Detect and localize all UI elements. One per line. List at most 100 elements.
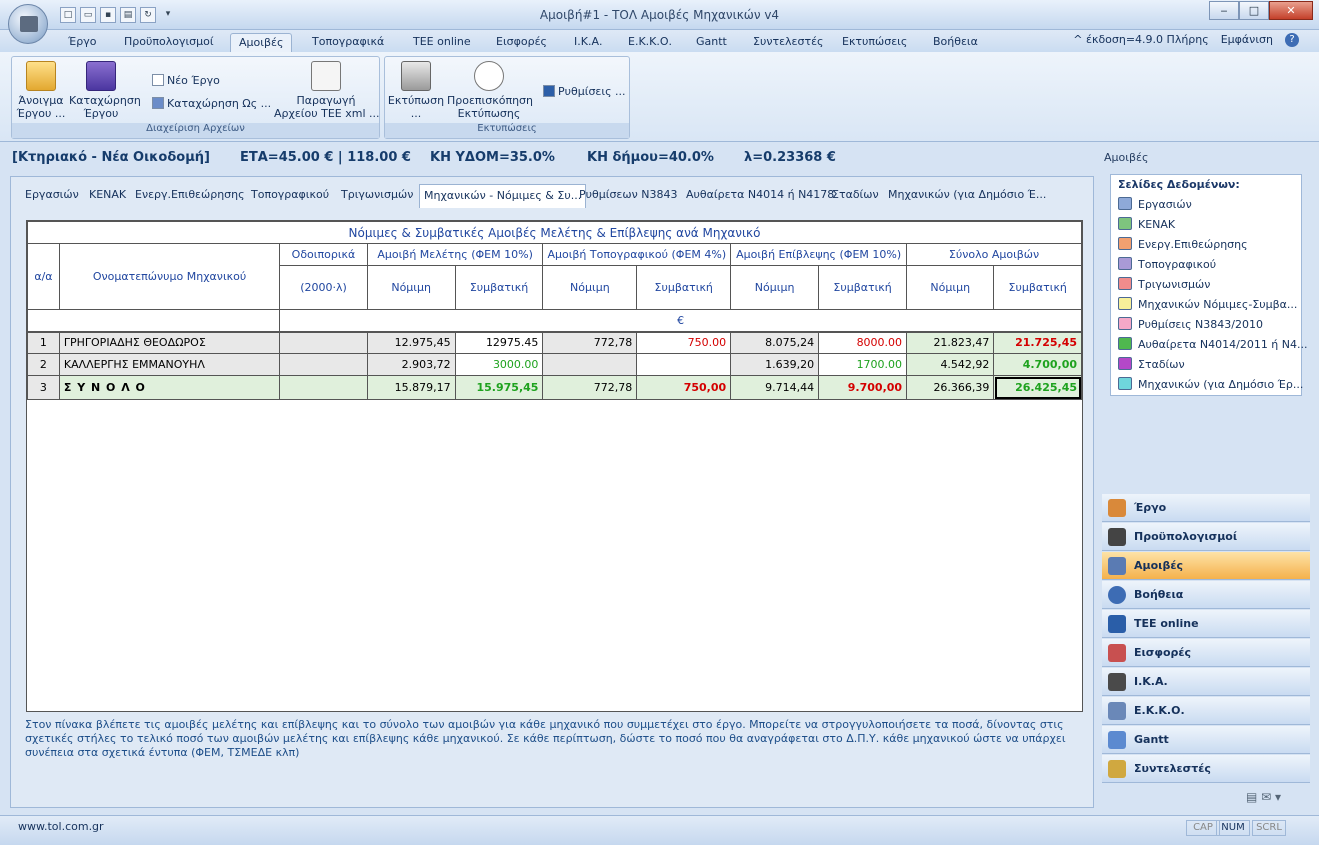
nav-item-budgets[interactable]: Προϋπολογισμοί: [1102, 523, 1310, 551]
table-row: 2 ΚΑΛΛΕΡΓΗΣ ΕΜΜΑΝΟΥΗΛ 2.903,72 3000.00 1…: [27, 353, 1082, 376]
help-icon[interactable]: ?: [1285, 33, 1299, 47]
study-contract-cell[interactable]: 12975.45: [454, 331, 544, 354]
page-color-icon: [1118, 277, 1132, 290]
tab-arbitrary-buildings[interactable]: Αυθαίρετα Ν4014 ή Ν4178: [686, 188, 834, 201]
group-supervision-header: Αμοιβή Επίβλεψης (ΦΕΜ 10%): [730, 243, 908, 266]
new-document-icon: [152, 74, 164, 86]
open-project-button[interactable]: Άνοιγμα Έργου ...: [16, 61, 66, 120]
nav-pane-options-icon[interactable]: ▤ ✉ ▾: [1246, 790, 1281, 804]
settings-icon: [543, 85, 555, 97]
data-page-item[interactable]: ΚΕΝΑΚ: [1118, 217, 1175, 231]
data-page-item[interactable]: Τριγωνισμών: [1118, 277, 1210, 291]
nav-item-coefficients[interactable]: Συντελεστές: [1102, 755, 1310, 783]
study-legal-cell: 12.975,45: [366, 331, 456, 354]
ribbon-tab-contributions[interactable]: Εισφορές: [488, 33, 555, 52]
nav-item-gantt[interactable]: Gantt: [1102, 726, 1310, 754]
topo-legal-header: Νόμιμη: [542, 265, 638, 310]
tot-legal-cell: 4.542,92: [906, 353, 995, 376]
magnifier-icon: [474, 61, 504, 91]
print-button[interactable]: Εκτύπωση ...: [387, 61, 445, 120]
ribbon-tab-topography[interactable]: Τοπογραφικά: [304, 33, 392, 52]
ribbon-tab-gantt[interactable]: Gantt: [688, 33, 735, 52]
data-page-item[interactable]: Αυθαίρετα Ν4014/2011 ή Ν4...: [1118, 337, 1308, 351]
tab-topography[interactable]: Τοπογραφικού: [251, 188, 329, 201]
ribbon-tab-coefficients[interactable]: Συντελεστές: [745, 33, 831, 52]
tot-legal-cell: 21.823,47: [906, 331, 995, 354]
minimize-button[interactable]: ‒: [1209, 1, 1239, 20]
maximize-button[interactable]: □: [1239, 1, 1269, 20]
nav-item-ergo[interactable]: Έργο: [1102, 494, 1310, 522]
open-folder-icon: [26, 61, 56, 91]
tot-contract-cell-selected[interactable]: 26.425,45: [993, 375, 1082, 400]
ribbon-panel: Άνοιγμα Έργου ... Καταχώρηση Έργου Νέο Έ…: [0, 52, 1319, 142]
sup-contract-cell[interactable]: 8000.00: [818, 331, 908, 354]
fees-table: Νόμιμες & Συμβατικές Αμοιβές Μελέτης & Ε…: [26, 221, 1082, 400]
col-travel-unit: (2000·λ): [279, 265, 368, 310]
ribbon-group-files: Άνοιγμα Έργου ... Καταχώρηση Έργου Νέο Έ…: [11, 56, 380, 139]
printer-icon: [401, 61, 431, 91]
nav-item-fees[interactable]: Αμοιβές: [1102, 552, 1310, 580]
ribbon-tab-tee-online[interactable]: TEE online: [405, 33, 479, 52]
tee-icon: [1108, 615, 1126, 633]
save-project-button[interactable]: Καταχώρηση Έργου: [69, 61, 141, 120]
nav-item-tee-online[interactable]: TEE online: [1102, 610, 1310, 638]
ribbon-tab-fees[interactable]: Αμοιβές: [230, 33, 293, 52]
window-title: Αμοιβή#1 - ΤΟΛ Αμοιβές Μηχανικών v4: [539, 8, 780, 22]
ribbon-tab-ekko[interactable]: Ε.Κ.Κ.Ο.: [620, 33, 680, 52]
tab-tasks[interactable]: Εργασιών: [25, 188, 79, 201]
help-description: Στον πίνακα βλέπετε τις αμοιβές μελέτης …: [25, 718, 1066, 759]
row-travel[interactable]: [279, 331, 368, 354]
ribbon-tab-ergo[interactable]: Έργο: [60, 33, 104, 52]
data-page-item[interactable]: Σταδίων: [1118, 357, 1185, 371]
topo-legal-cell: 772,78: [542, 375, 638, 400]
topo-contract-cell[interactable]: [636, 353, 732, 376]
tab-triangulations[interactable]: Τριγωνισμών: [341, 188, 413, 201]
group-total-header: Σύνολο Αμοιβών: [906, 243, 1082, 266]
data-page-item[interactable]: Μηχανικών Νόμιμες-Συμβα...: [1118, 297, 1297, 311]
data-page-item[interactable]: Ενεργ.Επιθεώρησης: [1118, 237, 1248, 251]
appearance-menu[interactable]: Εμφάνιση: [1221, 33, 1273, 47]
topo-contract-header: Συμβατική: [636, 265, 732, 310]
tot-legal-header: Νόμιμη: [906, 265, 995, 310]
version-info[interactable]: ^ έκδοση=4.9.0 Πλήρης: [1073, 33, 1208, 47]
ribbon-tab-ika[interactable]: Ι.Κ.Α.: [566, 33, 610, 52]
tab-engineers-fees[interactable]: Μηχανικών - Νόμιμες & Συ...: [419, 184, 587, 208]
group-topo-header: Αμοιβή Τοπογραφικού (ΦΕΜ 4%): [542, 243, 732, 266]
tab-public-engineers[interactable]: Μηχανικών (για Δημόσιο Έ...: [888, 188, 1046, 201]
data-page-item[interactable]: Εργασιών: [1118, 197, 1192, 211]
tab-stages[interactable]: Σταδίων: [832, 188, 879, 201]
sup-contract-cell[interactable]: 1700.00: [818, 353, 908, 376]
data-page-item[interactable]: Ρυθμίσεις Ν3843/2010: [1118, 317, 1263, 331]
tab-energy-inspection[interactable]: Ενεργ.Επιθεώρησης: [135, 188, 245, 201]
tee-xml-button[interactable]: Παραγωγή Αρχείου ΤΕΕ xml ...: [274, 61, 380, 120]
topo-contract-cell[interactable]: 750.00: [636, 331, 732, 354]
tab-kenak[interactable]: ΚΕΝΑΚ: [89, 188, 126, 201]
nav-item-ekko[interactable]: Ε.Κ.Κ.Ο.: [1102, 697, 1310, 725]
nav-item-help[interactable]: Βοήθεια: [1102, 581, 1310, 609]
data-page-item[interactable]: Τοπογραφικού: [1118, 257, 1216, 271]
topo-legal-cell: [542, 353, 638, 376]
window-controls: ‒ □ ✕: [1209, 1, 1313, 20]
print-settings-button[interactable]: Ρυθμίσεις ...: [543, 85, 626, 99]
ribbon-tab-budgets[interactable]: Προϋπολογισμοί: [116, 33, 222, 52]
data-page-item[interactable]: Μηχανικών (για Δημόσιο Έρ...: [1118, 377, 1303, 391]
nav-item-contributions[interactable]: Εισφορές: [1102, 639, 1310, 667]
row-name[interactable]: ΚΑΛΛΕΡΓΗΣ ΕΜΜΑΝΟΥΗΛ: [58, 353, 281, 376]
study-contract-cell[interactable]: 3000.00: [454, 353, 544, 376]
nav-item-ika[interactable]: Ι.Κ.Α.: [1102, 668, 1310, 696]
row-travel[interactable]: [279, 353, 368, 376]
row-name[interactable]: ΓΡΗΓΟΡΙΑΔΗΣ ΘΕΟΔΩΡΟΣ: [58, 331, 281, 354]
ribbon-tab-prints[interactable]: Εκτυπώσεις: [834, 33, 915, 52]
tot-contract-cell: 21.725,45: [993, 331, 1082, 354]
tab-n3843-settings[interactable]: Ρυθμίσεων Ν3843: [579, 188, 677, 201]
application-menu-button[interactable]: [8, 4, 48, 44]
page-color-icon: [1118, 377, 1132, 390]
ribbon-tab-help[interactable]: Βοήθεια: [925, 33, 986, 52]
website-link[interactable]: www.tol.com.gr: [18, 820, 104, 833]
page-color-icon: [1118, 337, 1132, 350]
close-button[interactable]: ✕: [1269, 1, 1313, 20]
print-preview-button[interactable]: Προεπισκόπηση Εκτύπωσης: [447, 61, 533, 120]
new-project-button[interactable]: Νέο Έργο: [152, 74, 220, 88]
save-as-button[interactable]: Καταχώρηση Ως ...: [152, 97, 271, 111]
num-lock-indicator: NUM: [1216, 820, 1250, 836]
